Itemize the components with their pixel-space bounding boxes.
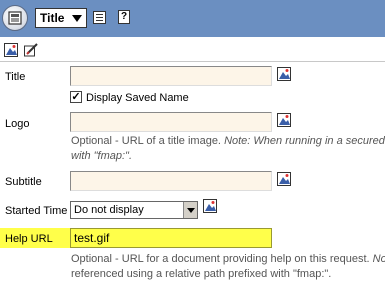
divider — [0, 61, 385, 62]
logo-hint-text: Optional - URL of a title image. — [71, 135, 225, 147]
secondary-toolbar — [0, 40, 385, 60]
image-picker-icon[interactable] — [277, 113, 291, 127]
chevron-down-icon — [72, 15, 82, 22]
help-url-label: Help URL — [5, 233, 53, 245]
title-dropdown-label: Title — [40, 11, 65, 25]
logo-hint-note: Note: When running in a secured e — [224, 135, 385, 147]
help-url-hint-text: Optional - URL for a document providing … — [71, 253, 373, 265]
logo-label: Logo — [5, 118, 30, 130]
help-icon[interactable]: ? — [118, 10, 130, 24]
list-icon[interactable] — [93, 11, 106, 24]
image-picker-icon[interactable] — [277, 172, 291, 186]
logo-hint-line2: with "fmap:". — [71, 150, 132, 162]
logo-input[interactable] — [70, 112, 272, 132]
title-input[interactable] — [70, 66, 272, 86]
display-saved-name-checkbox[interactable]: ✓ — [70, 91, 82, 103]
title-label: Title — [5, 71, 26, 83]
started-time-label: Started Time — [5, 205, 68, 217]
display-saved-name-label: Display Saved Name — [86, 92, 189, 104]
started-time-select[interactable]: Do not display — [70, 201, 198, 219]
logo-hint: Optional - URL of a title image. Note: W… — [71, 134, 385, 164]
subtitle-input[interactable] — [70, 171, 272, 191]
title-dropdown[interactable]: Title — [35, 8, 87, 28]
help-url-hint-note: Note — [372, 253, 385, 265]
subtitle-label: Subtitle — [5, 176, 42, 188]
image-picker-icon[interactable] — [4, 43, 18, 57]
app-menu-icon[interactable] — [2, 5, 28, 31]
chevron-down-icon[interactable] — [183, 202, 197, 218]
help-url-hint-line2: referenced using a relative path prefixe… — [71, 268, 332, 280]
image-picker-icon[interactable] — [277, 67, 291, 81]
edit-icon[interactable] — [24, 43, 38, 57]
started-time-value: Do not display — [74, 204, 144, 216]
help-url-hint: Optional - URL for a document providing … — [71, 252, 385, 282]
image-picker-icon[interactable] — [203, 199, 217, 213]
help-url-input[interactable]: test.gif — [70, 228, 272, 248]
